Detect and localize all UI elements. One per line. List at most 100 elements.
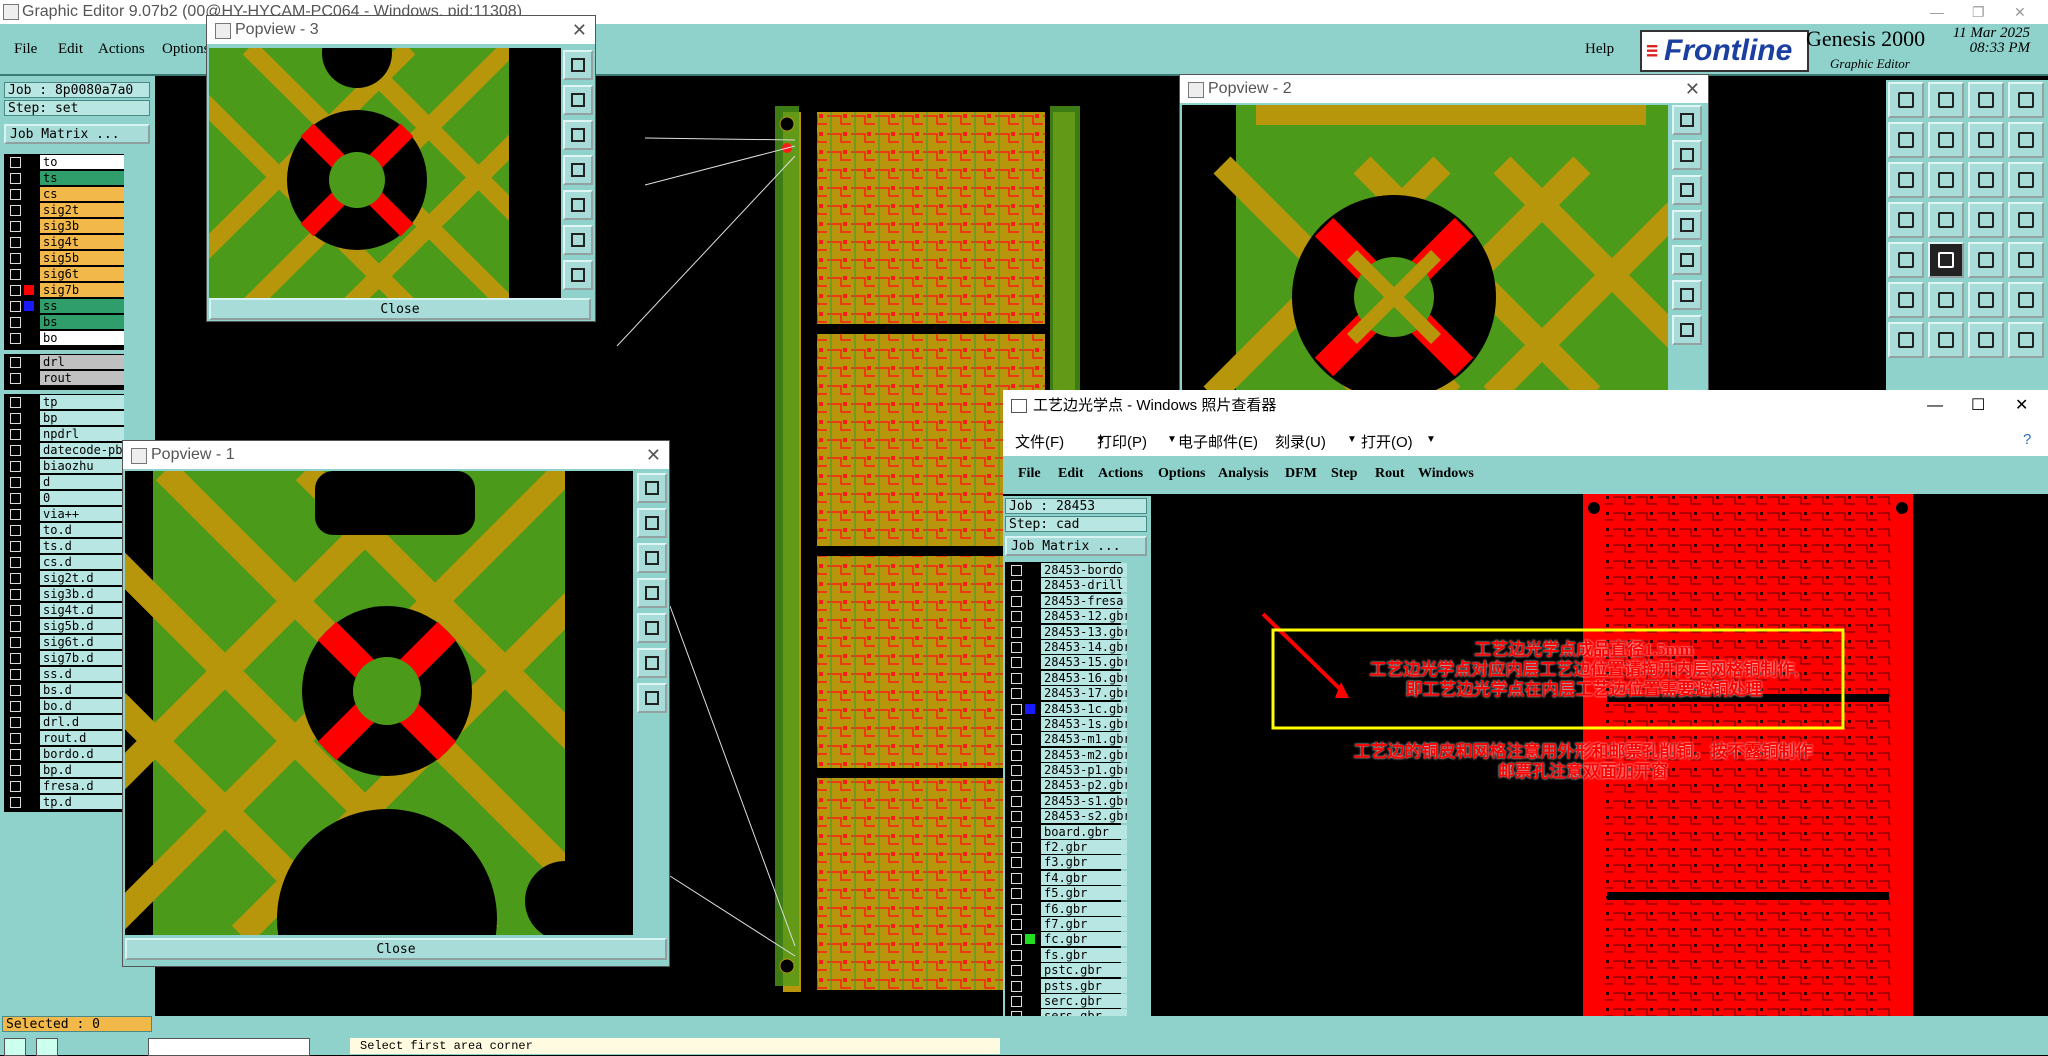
layer-row[interactable]: sig5b.d xyxy=(4,618,126,634)
pv1-options-button[interactable] xyxy=(637,683,667,713)
layer-checkbox[interactable] xyxy=(1011,565,1022,576)
layer-name[interactable]: sig7b xyxy=(40,283,126,297)
tool-fit[interactable] xyxy=(1888,162,1924,198)
layer-checkbox[interactable] xyxy=(10,333,21,344)
job-matrix-button[interactable]: Job Matrix ... xyxy=(4,124,150,144)
layer-checkbox[interactable] xyxy=(10,557,21,568)
menu-help[interactable]: Help xyxy=(1585,41,1614,58)
photo-menu-print-label[interactable]: 打印(P) xyxy=(1097,431,1147,452)
coordinate-field[interactable] xyxy=(148,1038,310,1056)
pv3-fit-button[interactable] xyxy=(563,155,593,185)
layer-checkbox[interactable] xyxy=(10,765,21,776)
layer-checkbox[interactable] xyxy=(1011,842,1022,854)
layer-row[interactable]: 28453-s1.gbr xyxy=(1005,793,1127,808)
layer-row[interactable]: 28453-14.gbr xyxy=(1005,639,1127,654)
tool-cross[interactable] xyxy=(1928,282,1964,318)
layer-row[interactable]: fresa.d xyxy=(4,778,126,794)
tool-half[interactable] xyxy=(1968,162,2004,198)
layer-checkbox[interactable] xyxy=(1011,595,1022,607)
layer-name[interactable]: 28453-fresa xyxy=(1041,593,1127,608)
layer-name[interactable]: rout xyxy=(40,371,126,385)
layer-row[interactable]: f2.gbr xyxy=(1005,839,1127,855)
popview-3-canvas[interactable] xyxy=(209,48,561,306)
layer-checkbox[interactable] xyxy=(1011,872,1022,884)
layer-name[interactable]: to.d xyxy=(40,523,126,537)
layer-name[interactable]: 28453-s2.gbr xyxy=(1041,809,1127,824)
layer-name[interactable]: 28453-13.gbr xyxy=(1041,624,1127,639)
tool-pad[interactable] xyxy=(1888,242,1924,278)
tool-fillet[interactable] xyxy=(2008,322,2044,358)
menu-actions[interactable]: Actions xyxy=(98,41,145,58)
tool-measure[interactable] xyxy=(1888,202,1924,238)
tool-forward[interactable] xyxy=(1928,122,1964,158)
layer-row[interactable]: sig3b xyxy=(4,218,126,234)
layer-color-swatch[interactable] xyxy=(1025,703,1035,714)
layer-checkbox[interactable] xyxy=(10,669,21,680)
pv2-fit-button[interactable] xyxy=(1672,210,1702,240)
layer-row[interactable]: ts.d xyxy=(4,538,126,554)
layer-checkbox[interactable] xyxy=(1011,795,1022,807)
layer-name[interactable]: bo.d xyxy=(40,699,126,713)
menu-options[interactable]: Options xyxy=(162,41,210,58)
tool-connect[interactable] xyxy=(1888,282,1924,318)
layer-name[interactable]: sig2t xyxy=(40,203,126,217)
layer-name[interactable]: tp.d xyxy=(40,795,126,809)
layer-name[interactable]: biaozhu xyxy=(40,459,126,473)
tool-circle[interactable] xyxy=(2008,242,2044,278)
layer-name[interactable]: rout.d xyxy=(40,731,126,745)
layer-name[interactable]: fresa.d xyxy=(40,779,126,793)
layer-name[interactable]: bp xyxy=(40,411,126,425)
layer-name[interactable]: 28453-drill xyxy=(1041,578,1127,593)
layer-name[interactable]: datecode-pb xyxy=(40,443,126,457)
layer-name[interactable]: 28453-14.gbr xyxy=(1041,639,1127,654)
layer-checkbox[interactable] xyxy=(10,493,21,504)
layer-row[interactable]: serc.gbr xyxy=(1005,993,1127,1008)
pv3-options-button[interactable] xyxy=(563,260,593,290)
layer-row[interactable]: 28453-m1.gbr xyxy=(1005,731,1127,747)
pv3-redraw-button[interactable] xyxy=(563,225,593,255)
status-toggle-2[interactable] xyxy=(36,1038,58,1056)
layer-name[interactable]: 28453-m1.gbr xyxy=(1041,732,1127,747)
help-icon[interactable]: ? xyxy=(2023,431,2031,448)
layer-row[interactable]: cs.d xyxy=(4,554,126,570)
pv3-home-button[interactable] xyxy=(563,190,593,220)
close-icon[interactable]: ✕ xyxy=(2014,0,2026,24)
layer-checkbox[interactable] xyxy=(10,781,21,792)
layer-name[interactable]: 28453-16.gbr xyxy=(1041,670,1127,685)
layer-color-swatch[interactable] xyxy=(24,301,34,311)
layer-row[interactable]: bs.d xyxy=(4,682,126,698)
pv2-redraw-button[interactable] xyxy=(1672,280,1702,310)
layer-checkbox[interactable] xyxy=(1011,811,1022,823)
minimize-icon[interactable]: — xyxy=(1930,0,1944,24)
layer-row[interactable]: f3.gbr xyxy=(1005,854,1127,870)
popview-3-close-button[interactable]: Close xyxy=(209,298,591,320)
layer-name[interactable]: ts xyxy=(40,171,126,185)
popview-1-close-button[interactable]: Close xyxy=(125,938,667,960)
menu-file[interactable]: File xyxy=(14,41,37,58)
layer-name[interactable]: sig6t xyxy=(40,267,126,281)
layer-checkbox[interactable] xyxy=(10,445,21,456)
pv1-zoom-in-button[interactable] xyxy=(637,473,667,503)
tool-home[interactable] xyxy=(1968,82,2004,118)
photo-maximize-icon[interactable]: ☐ xyxy=(1971,390,1985,422)
pv1-fit-button[interactable] xyxy=(637,578,667,608)
layer-name[interactable]: f2.gbr xyxy=(1041,840,1127,855)
layer-row[interactable]: sig4t.d xyxy=(4,602,126,618)
layer-checkbox[interactable] xyxy=(1011,918,1022,930)
layer-checkbox[interactable] xyxy=(10,357,21,368)
layer-row[interactable]: sig2t.d xyxy=(4,570,126,586)
layer-name[interactable]: cs xyxy=(40,187,126,201)
layer-checkbox[interactable] xyxy=(1011,934,1022,946)
layer-name[interactable]: bs.d xyxy=(40,683,126,697)
layer-checkbox[interactable] xyxy=(1011,641,1022,653)
tool-grid[interactable] xyxy=(1928,202,1964,238)
layer-row[interactable]: tp.d xyxy=(4,794,126,810)
layer-row[interactable]: board.gbr xyxy=(1005,824,1127,839)
layer-row[interactable]: sig6t xyxy=(4,266,126,282)
layer-name[interactable]: 28453-s1.gbr xyxy=(1041,793,1127,808)
pv2-zoom-in-button[interactable] xyxy=(1672,105,1702,135)
layer-row[interactable]: to.d xyxy=(4,522,126,538)
layer-row[interactable]: sig7b.d xyxy=(4,650,126,666)
tool-center[interactable] xyxy=(1928,162,1964,198)
layer-color-swatch[interactable] xyxy=(1025,934,1035,945)
